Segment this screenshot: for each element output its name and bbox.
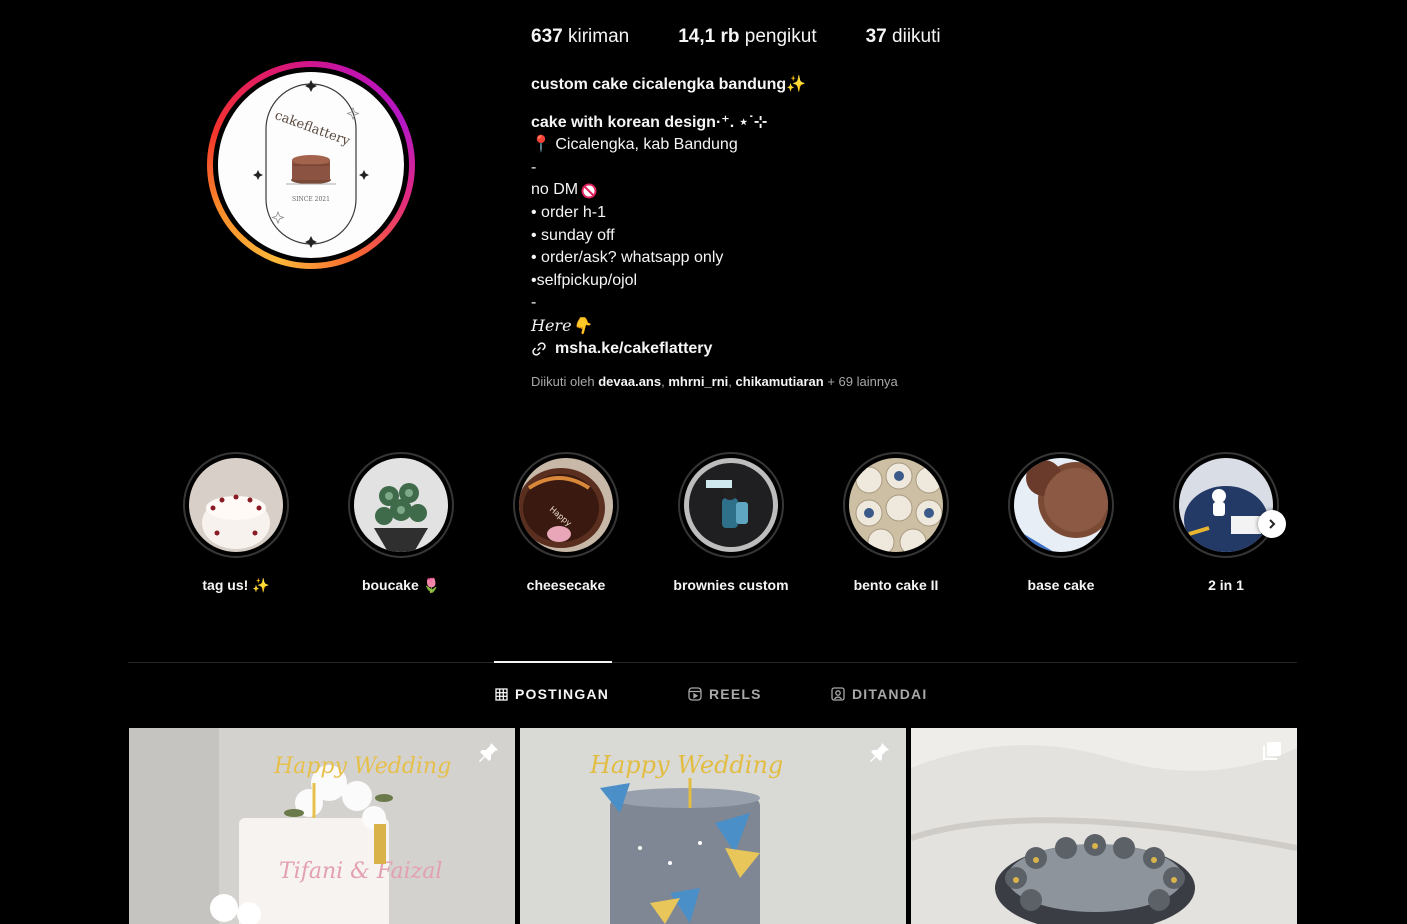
highlight-cover [189, 458, 283, 552]
bio-here: 𝐻𝑒𝑟𝑒👇 [531, 315, 592, 335]
bio-rule: • order/ask? whatsapp only [531, 249, 724, 267]
highlight-cover [1014, 458, 1108, 552]
highlight-cover [354, 458, 448, 552]
post-thumbnail[interactable]: Happy Wedding Tifani & Faizal [129, 728, 515, 924]
highlight-item[interactable]: Happy cheesecake [496, 452, 636, 593]
logo-since-text: SINCE 2021 [292, 196, 330, 203]
highlight-label: boucake 🌷 [361, 577, 441, 593]
highlight-item[interactable]: base cake [991, 452, 1131, 593]
cake-topper-text: Happy Wedding [589, 751, 783, 779]
profile-display-name: custom cake cicalengka bandung✨ [531, 76, 807, 93]
highlight-label: cheesecake [526, 577, 606, 593]
following-link[interactable]: 37 diikuti [866, 26, 941, 48]
bio-rule: • order h-1 [531, 203, 606, 221]
bio-tagline: cake with korean design·⁺. ⋆˙⊹ [531, 113, 768, 131]
highlight-cover: Happy [519, 458, 613, 552]
highlight-label: brownies custom [673, 577, 789, 593]
highlight-label: tag us! ✨ [202, 577, 270, 593]
follower-username: devaa.ans [598, 374, 662, 389]
reels-icon [688, 687, 702, 701]
pin-icon [870, 743, 889, 762]
tabs-divider [128, 662, 1297, 663]
highlight-cover [849, 458, 943, 552]
highlight-label: bento cake II [853, 577, 939, 593]
highlights-next-button[interactable] [1258, 510, 1286, 538]
highlight-item[interactable]: brownies custom [661, 452, 801, 593]
tagged-icon [831, 687, 845, 701]
highlight-item[interactable]: tag us! ✨ [166, 452, 306, 594]
tab-posts[interactable]: POSTINGAN [495, 686, 609, 702]
bio-dash: - [531, 158, 537, 176]
tab-reels[interactable]: REELS [688, 686, 762, 702]
pin-icon [479, 743, 498, 762]
followed-by[interactable]: Diikuti oleh devaa.ans, mhrni_rni, chika… [531, 374, 898, 389]
highlight-item[interactable]: boucake 🌷 [331, 452, 471, 594]
followers-link[interactable]: 14,1 rb pengikut [678, 26, 816, 48]
highlight-item[interactable]: bento cake II [826, 452, 966, 593]
post-image [911, 728, 1297, 924]
cakeflattery-logo: cakeflattery SINCE 2021 [253, 80, 369, 248]
link-icon [532, 342, 546, 356]
profile-stats: 637 kiriman 14,1 rb pengikut 37 diikuti [531, 26, 990, 48]
logo-brand-text: cakeflattery [273, 108, 353, 149]
post-image: Happy Wedding Tifani & Faizal [129, 728, 515, 924]
highlight-cover [1179, 458, 1273, 552]
highlight-label: 2 in 1 [1208, 577, 1244, 593]
bio-location: 📍 Cicalengka, kab Bandung [531, 136, 738, 154]
avatar: cakeflattery SINCE 2021 [218, 72, 404, 258]
highlight-label: base cake [1027, 577, 1095, 593]
prohibited-icon [581, 183, 597, 199]
grid-icon [495, 687, 508, 701]
carousel-icon [1263, 742, 1281, 760]
bio-dash: - [531, 294, 537, 312]
post-thumbnail[interactable]: Happy Wedding [520, 728, 906, 924]
cake-names-text: Tifani & Faizal [279, 859, 442, 884]
cake-topper-text: Happy Wedding [273, 754, 451, 779]
profile-bio: custom cake cicalengka bandung✨ cake wit… [531, 74, 1051, 360]
profile-avatar-story-ring[interactable]: cakeflattery SINCE 2021 [207, 61, 415, 269]
follower-username: mhrni_rni [668, 374, 729, 389]
bio-link[interactable]: msha.ke/cakeflattery [531, 338, 1051, 361]
follower-username: chikamutiaran [735, 374, 824, 389]
post-thumbnail[interactable] [911, 728, 1297, 924]
chevron-right-icon [1269, 519, 1276, 529]
bio-rule: • sunday off [531, 226, 615, 244]
active-tab-indicator [494, 661, 612, 663]
tab-tagged[interactable]: DITANDAI [831, 686, 927, 702]
bio-rule: •selfpickup/ojol [531, 271, 638, 289]
post-image: Happy Wedding [520, 728, 906, 924]
bio-no-dm: no DM [531, 179, 1051, 202]
highlight-cover [684, 458, 778, 552]
posts-count: 637 kiriman [531, 26, 630, 47]
